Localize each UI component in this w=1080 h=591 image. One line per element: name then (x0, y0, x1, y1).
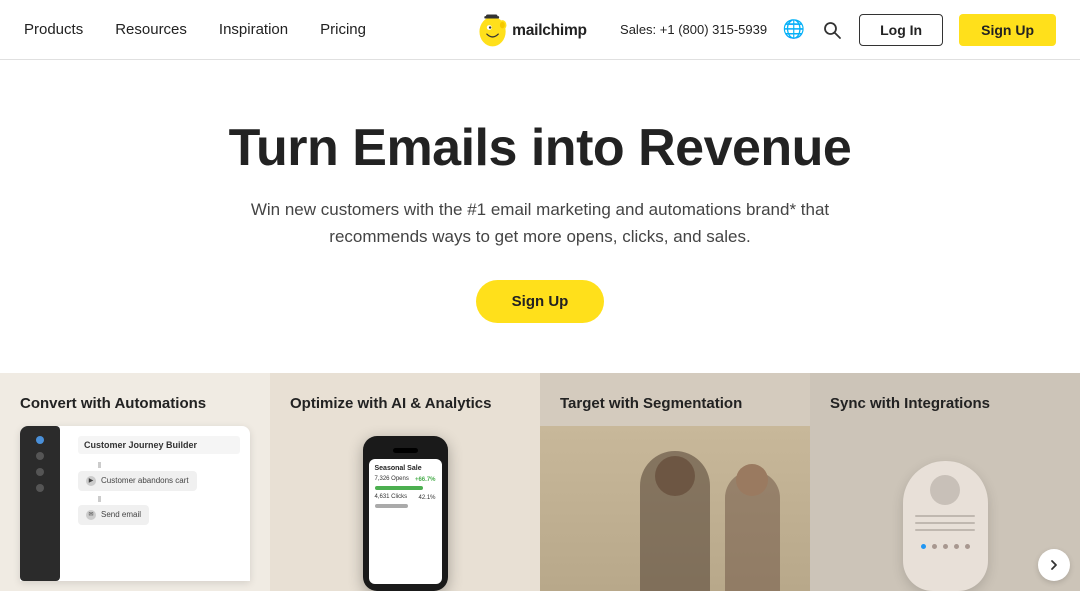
cjb-node-1: ▶ Customer abandons cart (78, 471, 197, 491)
feature-segmentation-title: Target with Segmentation (540, 373, 810, 426)
svg-text:mailchimp: mailchimp (512, 21, 587, 38)
speaker-dot-1 (921, 544, 926, 549)
phone-stat-opens-pct: +66.7% (415, 477, 436, 483)
phone-mockup: Seasonal Sale 7,326 Opens +66.7% 4,631 C… (270, 426, 540, 591)
segmentation-image (540, 426, 810, 591)
nav-inspiration[interactable]: Inspiration (219, 21, 288, 38)
hero-headline: Turn Emails into Revenue (20, 120, 1060, 177)
cjb-node-label: Customer abandons cart (101, 476, 189, 485)
speaker-line-1 (915, 515, 975, 517)
nav-right: Sales: +1 (800) 315-5939 🌐 Log In Sign U… (620, 14, 1056, 46)
cjb-node-2-label: Send email (101, 510, 141, 519)
phone-shape: Seasonal Sale 7,326 Opens +66.7% 4,631 C… (363, 436, 448, 591)
cjb-node-2: ✉ Send email (78, 505, 149, 525)
sidebar-bar (20, 426, 60, 581)
sidebar-dot-4 (36, 484, 44, 492)
phone-notch (393, 448, 418, 453)
speaker-shape (903, 461, 988, 591)
email-node-icon: ✉ (86, 510, 96, 520)
play-icon: ▶ (86, 476, 96, 486)
phone-screen: Seasonal Sale 7,326 Opens +66.7% 4,631 C… (369, 459, 442, 584)
feature-automations-title: Convert with Automations (0, 373, 270, 426)
chevron-right-icon (1047, 558, 1061, 572)
feature-analytics-title: Optimize with AI & Analytics (270, 373, 540, 426)
search-svg (822, 20, 842, 40)
search-icon[interactable] (821, 19, 843, 41)
opens-bar (375, 486, 424, 490)
speaker-dot-5 (965, 544, 970, 549)
feature-integrations: Sync with Integrations (810, 373, 1080, 591)
features-section: Convert with Automations Customer Journe… (0, 373, 1080, 591)
speaker-dot-4 (954, 544, 959, 549)
sidebar-dot-2 (36, 452, 44, 460)
globe-icon[interactable]: 🌐 (783, 19, 805, 41)
feature-automations: Convert with Automations Customer Journe… (0, 373, 270, 591)
speaker-line-2 (915, 522, 975, 524)
hero-section: Turn Emails into Revenue Win new custome… (0, 60, 1080, 373)
navigation: Products Resources Inspiration Pricing (0, 0, 1080, 60)
integrations-action-button[interactable] (1038, 549, 1070, 581)
speaker-dot-2 (932, 544, 937, 549)
person-body (640, 451, 710, 591)
sidebar-dot-3 (36, 468, 44, 476)
feature-integrations-title: Sync with Integrations (810, 373, 1080, 426)
login-button[interactable]: Log In (859, 14, 943, 46)
cjb-content: Customer Journey Builder ▶ Customer aban… (78, 436, 240, 525)
nav-products[interactable]: Products (24, 21, 83, 38)
feature-segmentation: Target with Segmentation (540, 373, 810, 591)
logo-container[interactable]: mailchimp (475, 12, 606, 48)
nav-pricing[interactable]: Pricing (320, 21, 366, 38)
person-2-head (736, 464, 768, 496)
speaker-top (930, 475, 960, 505)
cjb-header: Customer Journey Builder (78, 436, 240, 454)
speaker-line-3 (915, 529, 975, 531)
mailchimp-logo-svg: mailchimp (475, 12, 606, 48)
signup-button-nav[interactable]: Sign Up (959, 14, 1056, 46)
speaker-dots (921, 544, 970, 549)
nav-resources[interactable]: Resources (115, 21, 187, 38)
mailchimp-logo: mailchimp (475, 12, 606, 48)
feature-analytics: Optimize with AI & Analytics Seasonal Sa… (270, 373, 540, 591)
automations-mockup: Customer Journey Builder ▶ Customer aban… (20, 426, 250, 581)
phone-stat-clicks: 4,631 Clicks (375, 494, 408, 500)
nav-left: Products Resources Inspiration Pricing (24, 21, 366, 38)
phone-stat-opens: 7,326 Opens (375, 476, 409, 482)
phone-screen-title: Seasonal Sale (375, 465, 436, 472)
phone-stat-clicks-pct: 42.1% (418, 495, 435, 501)
sales-phone: Sales: +1 (800) 315-5939 (620, 22, 767, 37)
clicks-bar (375, 504, 409, 508)
signup-button-hero[interactable]: Sign Up (476, 280, 605, 323)
sidebar-dot-1 (36, 436, 44, 444)
speaker-lines (915, 515, 975, 536)
speaker-dot-3 (943, 544, 948, 549)
hero-subheadline: Win new customers with the #1 email mark… (250, 197, 830, 250)
